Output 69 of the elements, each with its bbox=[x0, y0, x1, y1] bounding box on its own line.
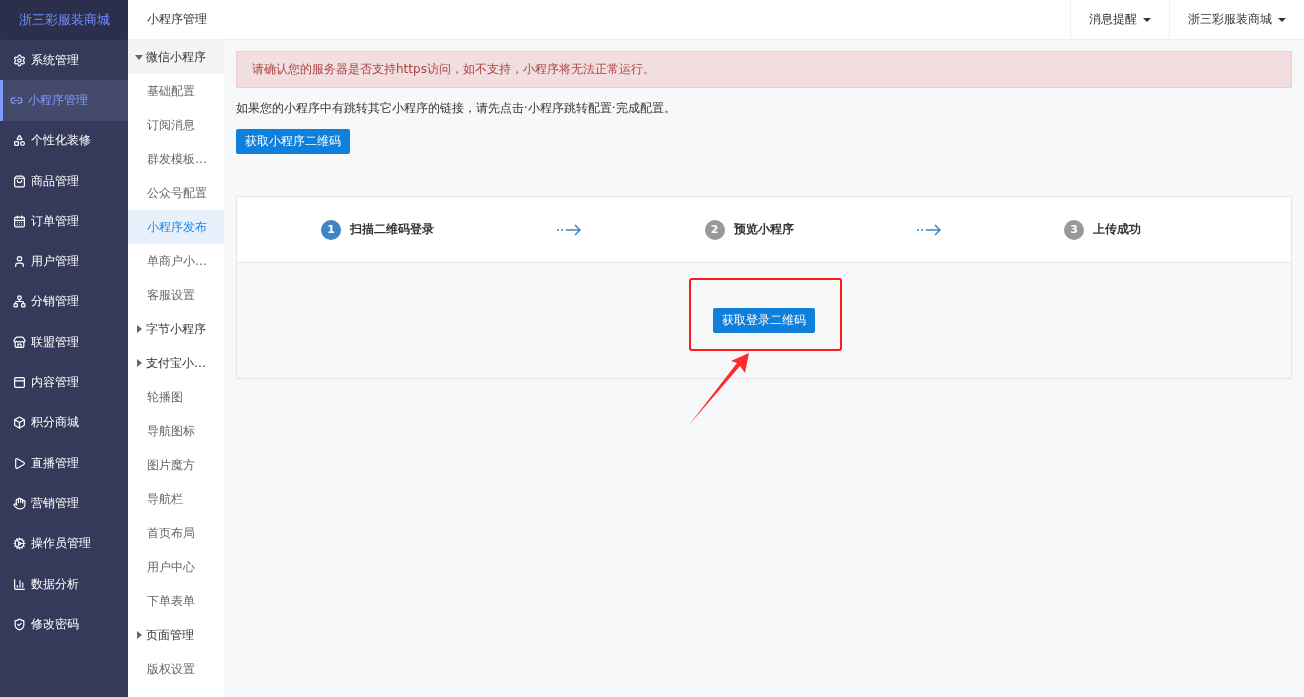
nav-icon bbox=[13, 456, 26, 470]
nav-item[interactable]: 商品管理 bbox=[0, 160, 128, 202]
nav-label: 直播管理 bbox=[31, 454, 79, 472]
nav-item[interactable]: 营销管理 bbox=[0, 483, 128, 524]
nav-icon bbox=[13, 577, 26, 591]
notice-text: 如果您的小程序中有跳转其它小程序的链接，请先点击·小程序跳转配置·完成配置。 bbox=[236, 100, 677, 117]
group-label: 微信小程序 bbox=[146, 48, 206, 66]
dotted-arrow-icon bbox=[915, 223, 942, 236]
step-number: 2 bbox=[704, 219, 725, 240]
nav-icon bbox=[13, 537, 26, 551]
nav-item[interactable]: 用户管理 bbox=[0, 241, 128, 282]
caret-icon bbox=[135, 359, 143, 367]
nav-icon bbox=[13, 496, 26, 510]
nav-item[interactable]: 联盟管理 bbox=[0, 322, 128, 363]
nav-icon bbox=[13, 255, 26, 269]
caret-icon bbox=[135, 631, 143, 639]
nav-item[interactable]: 积分商城 bbox=[0, 402, 128, 443]
top-menu[interactable]: 消息提醒 bbox=[1070, 0, 1169, 39]
step-number: 3 bbox=[1064, 219, 1084, 240]
nav-item[interactable]: 分销管理 bbox=[0, 281, 128, 323]
get-login-qrcode-button[interactable]: 获取登录二维码 bbox=[713, 308, 815, 333]
nav-label: 商品管理 bbox=[31, 172, 79, 190]
nav-item[interactable]: 订单管理 bbox=[0, 201, 128, 242]
nav-label: 个性化装修 bbox=[31, 132, 91, 150]
top-menu[interactable]: 浙三彩服装商城 bbox=[1169, 0, 1304, 39]
nav-label: 积分商城 bbox=[31, 414, 79, 432]
nav-label: 数据分析 bbox=[31, 575, 79, 593]
group-label: 页面管理 bbox=[146, 626, 194, 644]
nav-item[interactable]: 直播管理 bbox=[0, 442, 128, 484]
group-label: 字节小程序 bbox=[146, 320, 206, 338]
step-number: 1 bbox=[321, 219, 341, 240]
nav-label: 分销管理 bbox=[31, 293, 79, 311]
nav-label: 订单管理 bbox=[31, 212, 79, 230]
nav-icon bbox=[13, 416, 26, 430]
step-label: 预览小程序 bbox=[733, 221, 794, 238]
nav-item[interactable]: 系统管理 bbox=[0, 40, 128, 81]
nav-label: 系统管理 bbox=[31, 51, 79, 69]
nav-label: 联盟管理 bbox=[31, 333, 79, 351]
step-label: 上传成功 bbox=[1093, 221, 1141, 238]
nav-icon bbox=[13, 295, 26, 309]
nav-label: 用户管理 bbox=[31, 253, 79, 271]
nav-item[interactable]: 内容管理 bbox=[0, 362, 128, 403]
nav-item[interactable]: 数据分析 bbox=[0, 563, 128, 605]
caret-icon bbox=[135, 325, 143, 333]
nav-item[interactable]: 个性化装修 bbox=[0, 120, 128, 161]
nav-icon bbox=[13, 53, 26, 67]
nav-icon bbox=[13, 335, 26, 349]
caret-icon bbox=[1143, 17, 1151, 22]
group-label: 支付宝小… bbox=[146, 354, 206, 372]
subnav-group[interactable]: 微信小程序 bbox=[128, 40, 224, 74]
nav-icon bbox=[13, 134, 26, 148]
brand-title: 浙三彩服装商城 bbox=[0, 0, 128, 40]
nav-icon bbox=[13, 617, 26, 631]
nav-label: 修改密码 bbox=[31, 615, 79, 633]
nav-label: 营销管理 bbox=[31, 494, 79, 512]
nav-icon bbox=[13, 376, 26, 389]
nav-icon bbox=[13, 174, 26, 188]
step-label: 扫描二维码登录 bbox=[350, 221, 434, 238]
get-qrcode-button[interactable]: 获取小程序二维码 bbox=[236, 129, 350, 154]
nav-label: 操作员管理 bbox=[31, 535, 91, 553]
caret-icon bbox=[1278, 17, 1286, 22]
warning-alert: 请确认您的服务器是否支持https访问，如不支持，小程序将无法正常运行。 bbox=[236, 51, 1292, 88]
nav-item[interactable]: 操作员管理 bbox=[0, 523, 128, 564]
nav-icon bbox=[13, 214, 26, 228]
nav-label: 内容管理 bbox=[31, 374, 79, 391]
dotted-arrow-icon bbox=[556, 223, 583, 236]
nav-label: 小程序管理 bbox=[28, 91, 88, 109]
caret-icon bbox=[135, 53, 143, 61]
nav-item[interactable]: 修改密码 bbox=[0, 604, 128, 645]
